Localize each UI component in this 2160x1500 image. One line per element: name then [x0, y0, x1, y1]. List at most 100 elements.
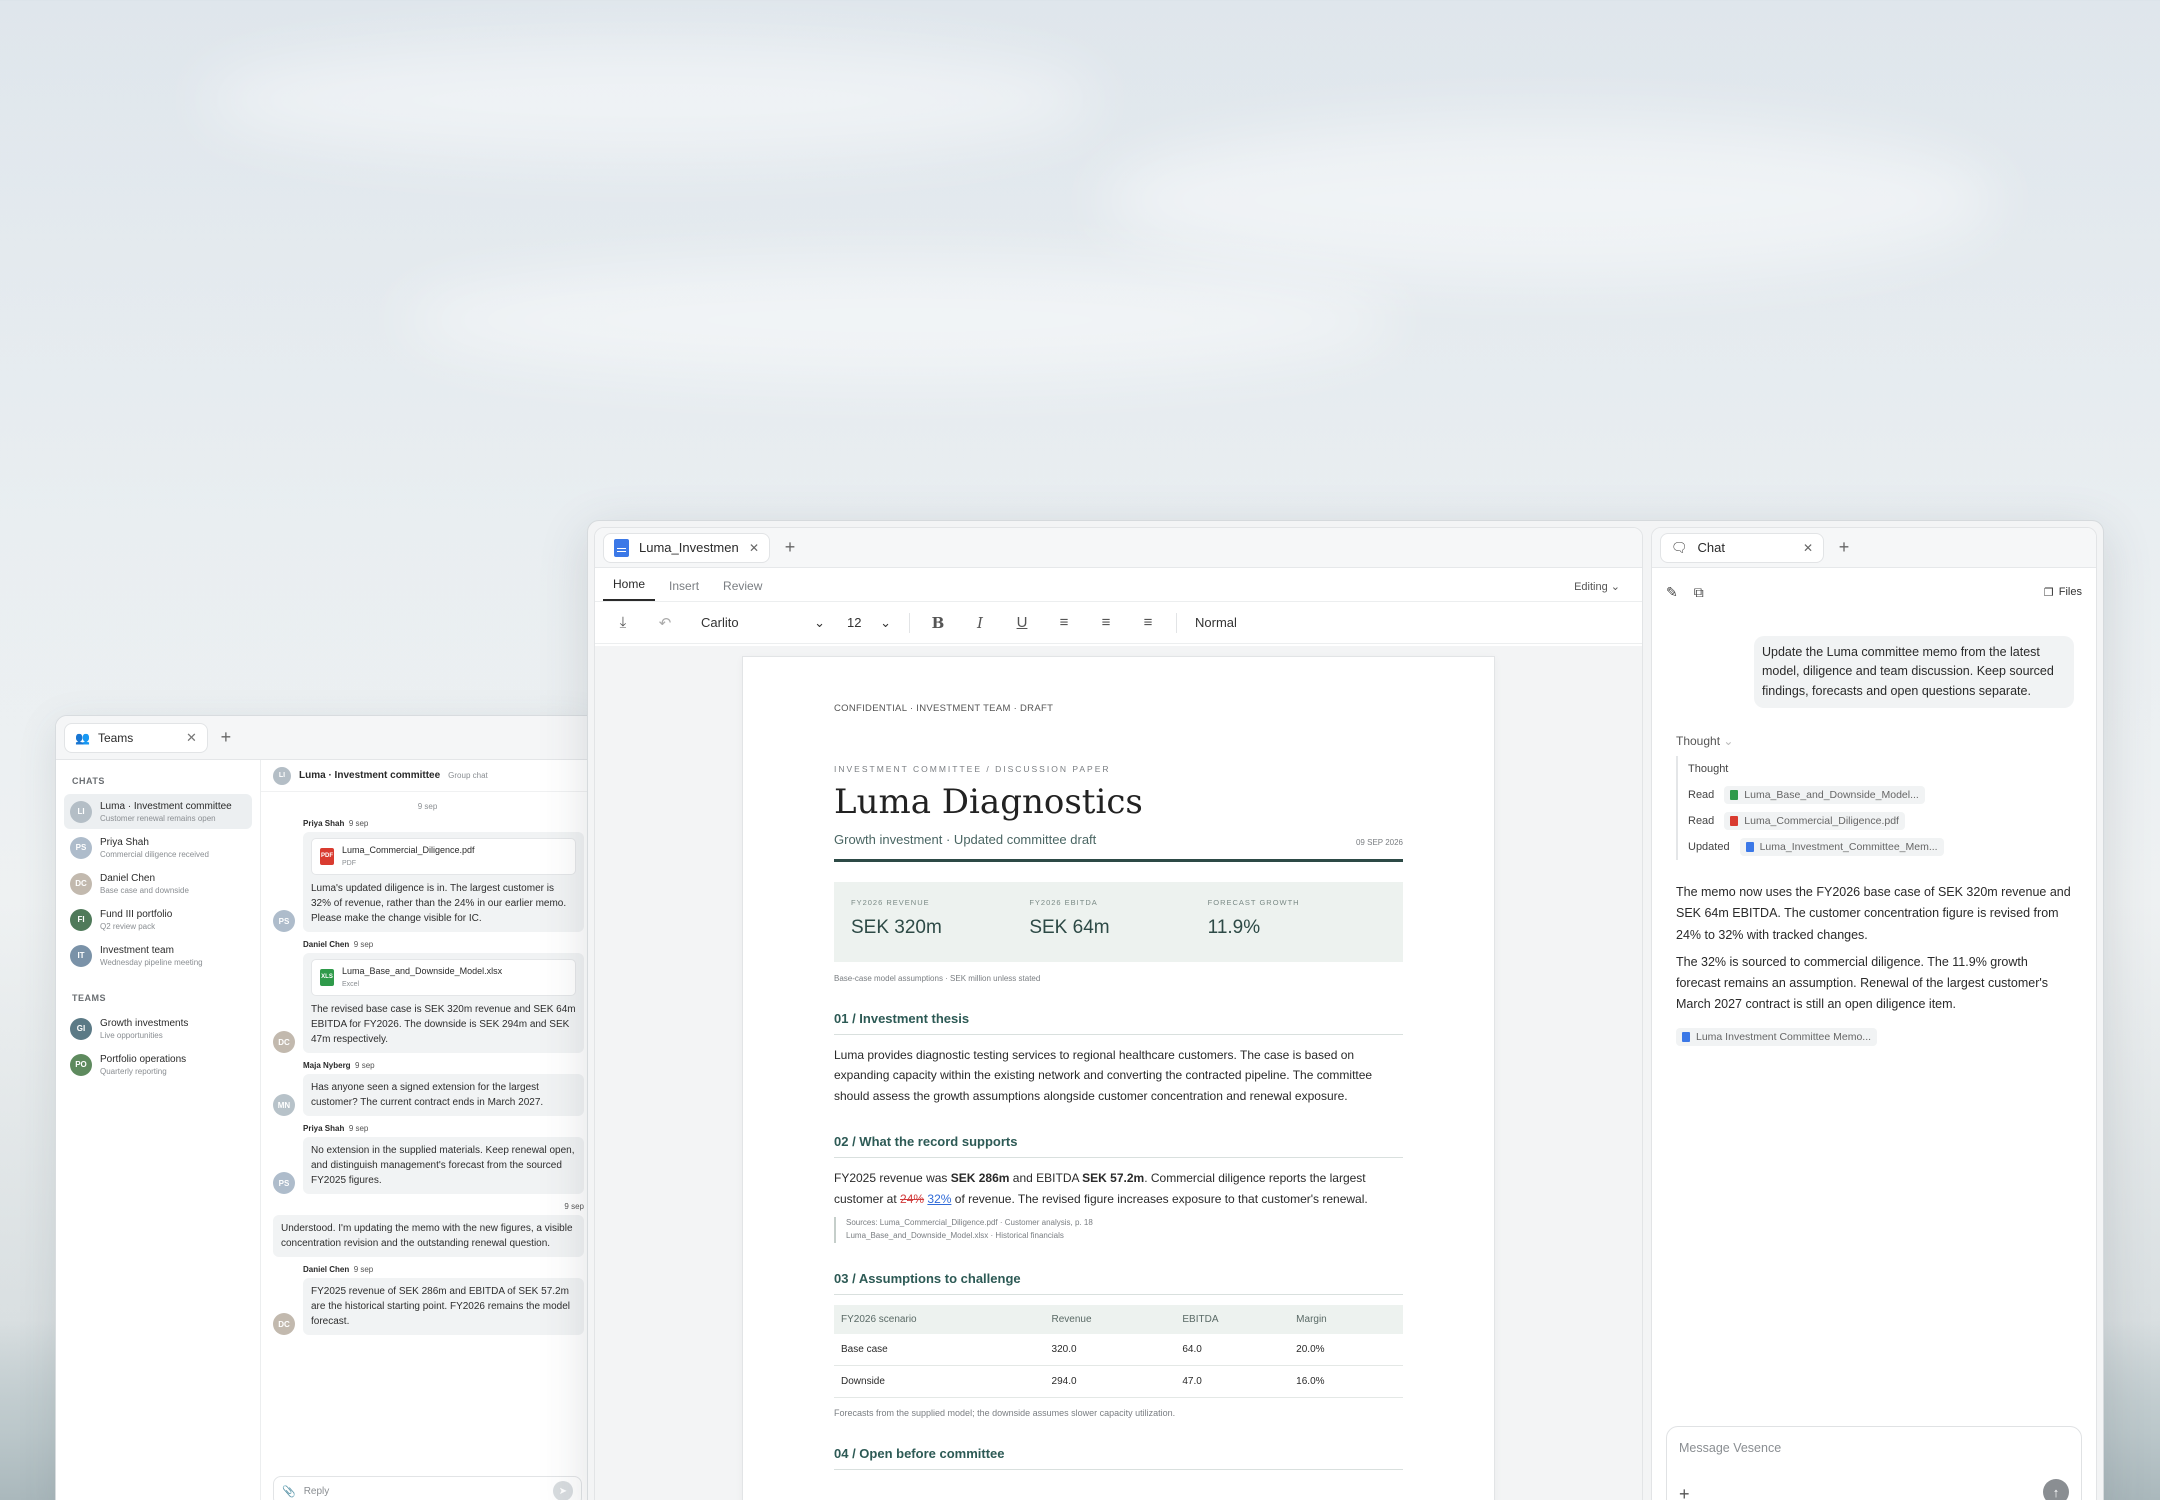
document-page[interactable]: CONFIDENTIAL · INVESTMENT TEAM · DRAFT I…	[742, 656, 1495, 1500]
add-attachment-icon[interactable]: +	[1679, 1484, 1690, 1500]
attachment-info: Luma_Commercial_Diligence.pdf PDF	[342, 844, 475, 869]
chat-list-item-text: Fund III portfolio Q2 review pack	[100, 909, 172, 931]
user-message: Update the Luma committee memo from the …	[1754, 636, 2074, 709]
chat-list-item[interactable]: IT Investment team Wednesday pipeline meet…	[64, 938, 252, 973]
close-icon[interactable]: ✕	[186, 730, 197, 746]
align-left-icon[interactable]: ≡	[1046, 608, 1082, 638]
send-icon[interactable]: ↑	[2043, 1479, 2069, 1500]
document-subtitle: Growth investment · Updated committee dr…	[834, 832, 1097, 847]
source-line: Sources: Luma_Commercial_Diligence.pdf ·…	[846, 1217, 1093, 1227]
new-tab-button[interactable]: +	[216, 727, 236, 748]
chat-message: DC Daniel Chen 9 sep XLS Luma_Base_and_Down…	[261, 940, 594, 1053]
message-author: Maja Nyberg	[303, 1061, 351, 1070]
message-meta: Maja Nyberg 9 sep	[303, 1061, 584, 1070]
italic-icon[interactable]: I	[962, 608, 998, 638]
attachment-name: Luma_Base_and_Downside_Model.xlsx	[342, 966, 503, 976]
chat-name: Investment team	[100, 944, 174, 956]
document-kicker: INVESTMENT COMMITTEE / DISCUSSION PAPER	[834, 764, 1111, 774]
chat-list-item[interactable]: LI Luma · Investment committee Customer re…	[64, 794, 252, 829]
trace-step: Thought	[1688, 756, 2076, 782]
tracked-insertion[interactable]: 32%	[927, 1192, 951, 1206]
section-heading: 02 / What the record supports	[834, 1134, 1403, 1159]
new-tab-button[interactable]: +	[1834, 537, 1854, 558]
close-icon[interactable]: ✕	[1803, 541, 1813, 555]
edit-icon[interactable]: ✎	[1666, 584, 1678, 601]
source-line: Luma_Base_and_Downside_Model.xlsx · Hist…	[846, 1230, 1064, 1240]
kpi-label: FORECAST GROWTH	[1207, 898, 1300, 907]
file-attachment[interactable]: XLS Luma_Base_and_Downside_Model.xlsx Exce…	[311, 959, 576, 996]
close-icon[interactable]: ✕	[749, 541, 759, 555]
editing-mode-dropdown[interactable]: Editing ⌄	[1574, 580, 1620, 593]
trace-action: Thought	[1688, 763, 1729, 776]
bold-icon[interactable]: B	[920, 608, 956, 638]
chat-list-item[interactable]: PS Priya Shah Commercial diligence receive…	[64, 830, 252, 865]
align-center-icon[interactable]: ≡	[1088, 608, 1124, 638]
avatar: PS	[70, 836, 92, 859]
chat-name: Fund III portfolio	[100, 908, 173, 920]
font-family-select[interactable]: Carlito ⌄	[693, 608, 833, 638]
avatar: LI	[273, 766, 291, 785]
table-cell: 64.0	[1175, 1333, 1290, 1366]
editing-mode-label: Editing	[1574, 581, 1608, 593]
file-attachment[interactable]: PDF Luma_Commercial_Diligence.pdf PDF	[311, 838, 576, 875]
reply-placeholder: Reply	[303, 1485, 330, 1497]
trace-action: Read	[1688, 789, 1715, 802]
document-tab-label: Luma_Investment	[639, 540, 739, 555]
answer-file-chip[interactable]: Luma Investment Committee Memo...	[1676, 1027, 1878, 1046]
message-meta: Priya Shah 9 sep	[303, 819, 584, 828]
message-text: Luma's updated diligence is in. The larg…	[311, 883, 567, 924]
align-right-icon[interactable]: ≡	[1130, 608, 1166, 638]
paragraph-style-select[interactable]: Normal	[1187, 608, 1245, 638]
table-note: Forecasts from the supplied model; the d…	[834, 1407, 1176, 1418]
avatar: PS	[273, 1172, 295, 1194]
people-icon: 👥	[75, 730, 90, 745]
file-chip[interactable]: Luma_Commercial_Diligence.pdf	[1724, 812, 1905, 831]
share-icon[interactable]: ⧉	[1694, 584, 1704, 601]
tracked-deletion[interactable]: 24%	[900, 1192, 924, 1206]
chat-bubble-icon: 🗨	[1671, 539, 1688, 555]
reply-input[interactable]: 📎 Reply ➤	[273, 1476, 582, 1500]
font-size-select[interactable]: 12 ⌄	[839, 608, 899, 638]
copy-files-icon: ❐	[2043, 586, 2054, 599]
files-button[interactable]: ❐ Files	[2044, 586, 2082, 599]
document-tab[interactable]: Luma_Investment ✕	[603, 532, 771, 563]
undo-icon[interactable]: ↶	[647, 608, 683, 638]
chat-list-item-text: Priya Shah Commercial diligence received	[100, 837, 209, 859]
table-cell: 16.0%	[1289, 1365, 1403, 1398]
paragraph-style-value: Normal	[1195, 615, 1237, 630]
attachment-type: PDF	[342, 859, 356, 867]
teams-tab[interactable]: 👥 Teams ✕	[64, 722, 208, 753]
message-composer[interactable]: Message Vesence + ↑	[1666, 1426, 2082, 1500]
kpi-ebitda: FY2026 EBITDA SEK 64m	[1029, 882, 1207, 962]
chat-tab[interactable]: 🗨 Chat ✕	[1660, 532, 1824, 563]
tab-home[interactable]: Home	[603, 577, 656, 601]
chat-preview: Wednesday pipeline meeting	[100, 957, 203, 967]
sky-cloud	[400, 260, 1400, 380]
chat-list-item[interactable]: FI Fund III portfolio Q2 review pack	[64, 902, 252, 937]
tab-review[interactable]: Review	[713, 579, 772, 601]
chat-list-item[interactable]: PO Portfolio operations Quarterly reportin…	[64, 1047, 252, 1082]
chat-name: Priya Shah	[100, 836, 149, 848]
chat-list-item[interactable]: GI Growth investments Live opportunities	[64, 1011, 252, 1046]
paperclip-icon[interactable]: 📎	[282, 1485, 296, 1498]
avatar: MN	[273, 1094, 295, 1116]
workspace-window: Luma_Investment ✕ + Home Insert Review E…	[587, 520, 2104, 1500]
teams-window: 👥 Teams ✕ + CHATS LI Luma · Investment co…	[55, 715, 595, 1500]
send-icon[interactable]: ➤	[553, 1481, 573, 1500]
new-tab-button[interactable]: +	[780, 537, 800, 558]
thought-toggle[interactable]: Thought ⌄	[1676, 734, 2076, 748]
chat-tab-label: Chat	[1697, 540, 1725, 555]
avatar: DC	[273, 1313, 295, 1335]
underline-icon[interactable]: U	[1004, 608, 1040, 638]
download-icon[interactable]: ⤓	[605, 608, 641, 638]
sky-cloud	[200, 40, 1100, 160]
pdf-file-icon	[1730, 816, 1739, 827]
tab-insert[interactable]: Insert	[659, 579, 709, 601]
chat-message: MN Maja Nyberg 9 sep Has anyone seen a sig…	[261, 1061, 594, 1116]
message-text: The revised base case is SEK 320m revenu…	[311, 1004, 576, 1045]
message-body: Daniel Chen 9 sep XLS Luma_Base_and_Downsi…	[303, 940, 584, 1053]
chat-list-item[interactable]: DC Daniel Chen Base case and downside	[64, 866, 252, 901]
file-chip[interactable]: Luma_Investment_Committee_Mem...	[1739, 838, 1944, 857]
document-pane: Luma_Investment ✕ + Home Insert Review E…	[594, 527, 1643, 1500]
file-chip[interactable]: Luma_Base_and_Downside_Model...	[1724, 786, 1925, 805]
